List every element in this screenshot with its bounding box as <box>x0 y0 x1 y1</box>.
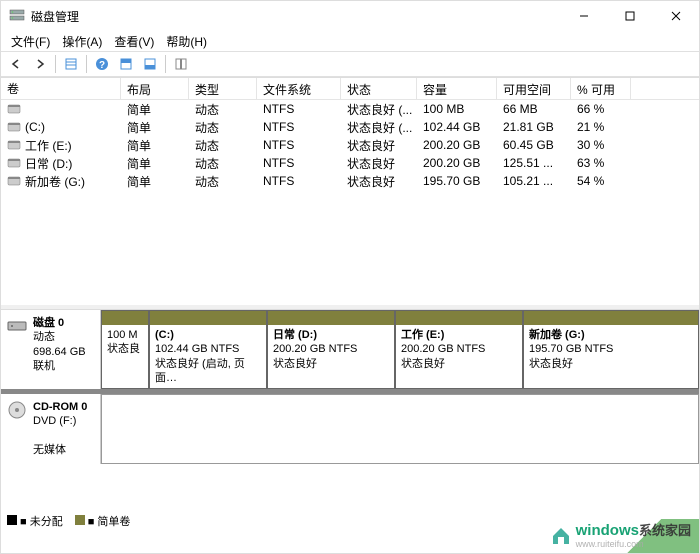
partition[interactable]: 100 M状态良 <box>101 310 149 389</box>
close-button[interactable] <box>653 1 699 31</box>
table-row[interactable]: 新加卷 (G:) 简单 动态 NTFS 状态良好 195.70 GB 105.2… <box>1 172 699 190</box>
toolbar-separator <box>165 55 166 73</box>
back-button[interactable] <box>5 53 27 75</box>
help-button[interactable]: ? <box>91 53 113 75</box>
window-controls <box>561 1 699 31</box>
menubar: 文件(F) 操作(A) 查看(V) 帮助(H) <box>1 31 699 51</box>
house-icon <box>550 524 572 546</box>
cdrom-state: 无媒体 <box>33 444 66 456</box>
settings-button[interactable] <box>170 53 192 75</box>
cdrom-empty <box>101 394 699 464</box>
view-top-button[interactable] <box>115 53 137 75</box>
table-row[interactable]: 简单 动态 NTFS 状态良好 (... 100 MB 66 MB 66 % <box>1 100 699 118</box>
menu-help[interactable]: 帮助(H) <box>160 31 213 52</box>
cdrom-desc: DVD (F:) <box>33 415 76 427</box>
legend-unalloc: ■ 未分配 <box>7 513 63 529</box>
partition[interactable]: 日常 (D:)200.20 GB NTFS状态良好 <box>267 310 395 389</box>
cdrom-name: CD-ROM 0 <box>33 401 87 413</box>
toolbar-separator <box>86 55 87 73</box>
window-title: 磁盘管理 <box>31 8 561 25</box>
view-list-button[interactable] <box>60 53 82 75</box>
forward-button[interactable] <box>29 53 51 75</box>
table-row[interactable]: (C:) 简单 动态 NTFS 状态良好 (... 102.44 GB 21.8… <box>1 118 699 136</box>
menu-action[interactable]: 操作(A) <box>56 31 108 52</box>
maximize-button[interactable] <box>607 1 653 31</box>
menu-file[interactable]: 文件(F) <box>5 31 56 52</box>
disk-name: 磁盘 0 <box>33 317 64 329</box>
disk-icon <box>7 316 27 336</box>
toolbar-separator <box>55 55 56 73</box>
header-type[interactable]: 类型 <box>189 78 257 99</box>
table-header: 卷 布局 类型 文件系统 状态 容量 可用空间 % 可用 <box>1 78 699 100</box>
table-row[interactable]: 日常 (D:) 简单 动态 NTFS 状态良好 200.20 GB 125.51… <box>1 154 699 172</box>
toolbar: ? <box>1 51 699 77</box>
partition[interactable]: 工作 (E:)200.20 GB NTFS状态良好 <box>395 310 523 389</box>
partition[interactable]: (C:)102.44 GB NTFS状态良好 (启动, 页面… <box>149 310 267 389</box>
disk-state: 联机 <box>33 360 55 372</box>
volume-list[interactable]: 卷 布局 类型 文件系统 状态 容量 可用空间 % 可用 简单 动态 NTFS … <box>1 77 699 305</box>
partition[interactable]: 新加卷 (G:)195.70 GB NTFS状态良好 <box>523 310 699 389</box>
disk-row-0[interactable]: 磁盘 0 动态 698.64 GB 联机 100 M状态良(C:)102.44 … <box>1 310 699 394</box>
minimize-button[interactable] <box>561 1 607 31</box>
view-bottom-button[interactable] <box>139 53 161 75</box>
cdrom-row[interactable]: CD-ROM 0 DVD (F:) 无媒体 <box>1 394 699 464</box>
table-row[interactable]: 工作 (E:) 简单 动态 NTFS 状态良好 200.20 GB 60.45 … <box>1 136 699 154</box>
header-pct[interactable]: % 可用 <box>571 78 631 99</box>
legend-simple: ■ 简单卷 <box>75 513 131 529</box>
svg-text:?: ? <box>99 60 105 71</box>
legend: ■ 未分配 ■ 简单卷 <box>7 513 130 529</box>
app-icon <box>9 8 25 24</box>
menu-view[interactable]: 查看(V) <box>108 31 160 52</box>
watermark: windows系统家园 www.ruiteifu.com <box>550 520 691 549</box>
header-free[interactable]: 可用空间 <box>497 78 571 99</box>
header-name[interactable]: 卷 <box>1 78 121 99</box>
header-capacity[interactable]: 容量 <box>417 78 497 99</box>
disk-label: 磁盘 0 动态 698.64 GB 联机 <box>1 310 101 389</box>
cdrom-label: CD-ROM 0 DVD (F:) 无媒体 <box>1 394 101 464</box>
cdrom-icon <box>7 400 27 420</box>
header-status[interactable]: 状态 <box>341 78 417 99</box>
header-fs[interactable]: 文件系统 <box>257 78 341 99</box>
titlebar: 磁盘管理 <box>1 1 699 31</box>
disk-type: 动态 <box>33 331 55 343</box>
header-layout[interactable]: 布局 <box>121 78 189 99</box>
graphical-view: 磁盘 0 动态 698.64 GB 联机 100 M状态良(C:)102.44 … <box>1 309 699 464</box>
disk-size: 698.64 GB <box>33 346 86 358</box>
